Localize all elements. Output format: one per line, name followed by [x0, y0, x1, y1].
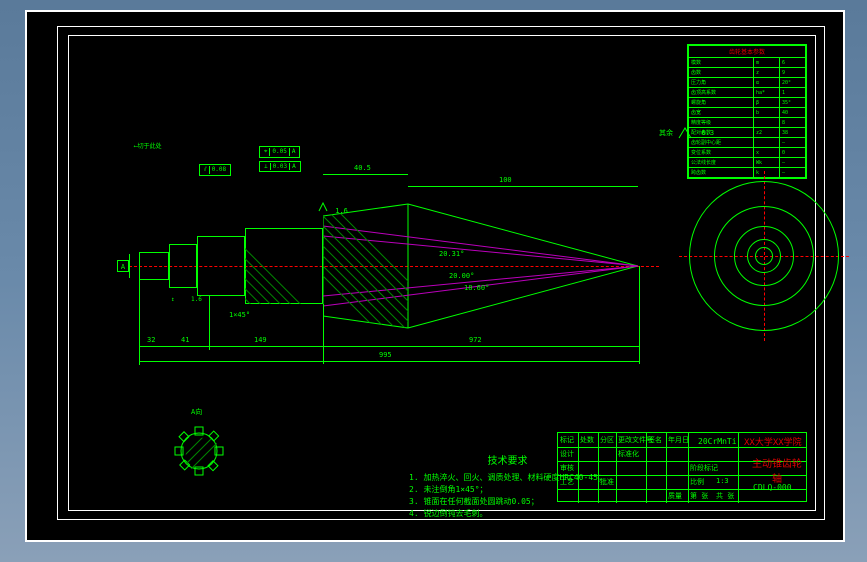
angle-lower-out: 18.60° — [464, 284, 489, 292]
surface-finish-general: 其余 6.3 — [659, 126, 714, 140]
spline-label: A向 — [191, 407, 202, 417]
tech-req-item: 4. 锐边倒钝去毛刺。 — [409, 508, 606, 520]
school-name: XX大学XX学院 — [744, 435, 802, 448]
dim-line — [323, 174, 408, 175]
dim-total: 995 — [379, 351, 392, 359]
part-name: 主动锥齿轮轴 — [748, 455, 806, 485]
parameter-table: 齿轮基本参数 模数m6 齿数z9 压力角α20° 齿顶高系数ha*1 螺旋角β3… — [687, 44, 807, 179]
tolerance-frame-1: ⌖0.05A — [259, 146, 300, 158]
dim-b3: 149 — [254, 336, 267, 344]
dim-line — [408, 186, 638, 187]
dim-b1: 32 — [147, 336, 155, 344]
title-block: 标记 处数 分区 更改文件号 签名 年月日 设计 标准化 审核 工艺 批准 20… — [557, 432, 807, 502]
bevel-gear-cone — [323, 196, 653, 336]
drawing-inner-border: 齿轮基本参数 模数m6 齿数z9 压力角α20° 齿顶高系数ha*1 螺旋角β3… — [68, 35, 816, 511]
spline-section-view: A向 — [169, 421, 229, 481]
shaft-segment-3 — [197, 236, 245, 296]
drawing-border: 齿轮基本参数 模数m6 齿数z9 压力角α20° 齿顶高系数ha*1 螺旋角β3… — [57, 26, 825, 520]
shaft-segment-2 — [169, 244, 197, 288]
end-view — [689, 181, 839, 331]
angle-upper: 20.31° — [439, 250, 464, 258]
dim-top-2: 100 — [499, 176, 512, 184]
tangent-note: ⟵切于此处 — [134, 141, 162, 150]
cad-viewport[interactable]: 齿轮基本参数 模数m6 齿数z9 压力角α20° 齿顶高系数ha*1 螺旋角β3… — [25, 10, 845, 542]
hatch-section — [245, 228, 323, 304]
surface-finish-symbol: 1.6 — [317, 201, 348, 215]
dim-top-1: 40.5 — [354, 164, 371, 172]
circle-inner — [755, 247, 773, 265]
chamfer: 1×45° — [229, 311, 250, 319]
shaft-segment-1 — [139, 252, 169, 280]
dim-b2: 41 — [181, 336, 189, 344]
tolerance-frame-3: ⫽0.08 — [199, 164, 231, 176]
param-table-title: 齿轮基本参数 — [689, 46, 806, 58]
datum-a: A — [117, 260, 129, 272]
tolerance-frame-2: ⟂0.03A — [259, 161, 301, 172]
dim-b4: 972 — [469, 336, 482, 344]
main-side-view: 20.31° 20.00° 18.60° 40.5 100 ⌖0.05A ⟂0.… — [139, 176, 649, 356]
material: 20CrMnTi — [698, 437, 737, 446]
angle-lower-in: 20.00° — [449, 272, 474, 280]
drawing-number: CDLQ-000 — [753, 483, 792, 492]
